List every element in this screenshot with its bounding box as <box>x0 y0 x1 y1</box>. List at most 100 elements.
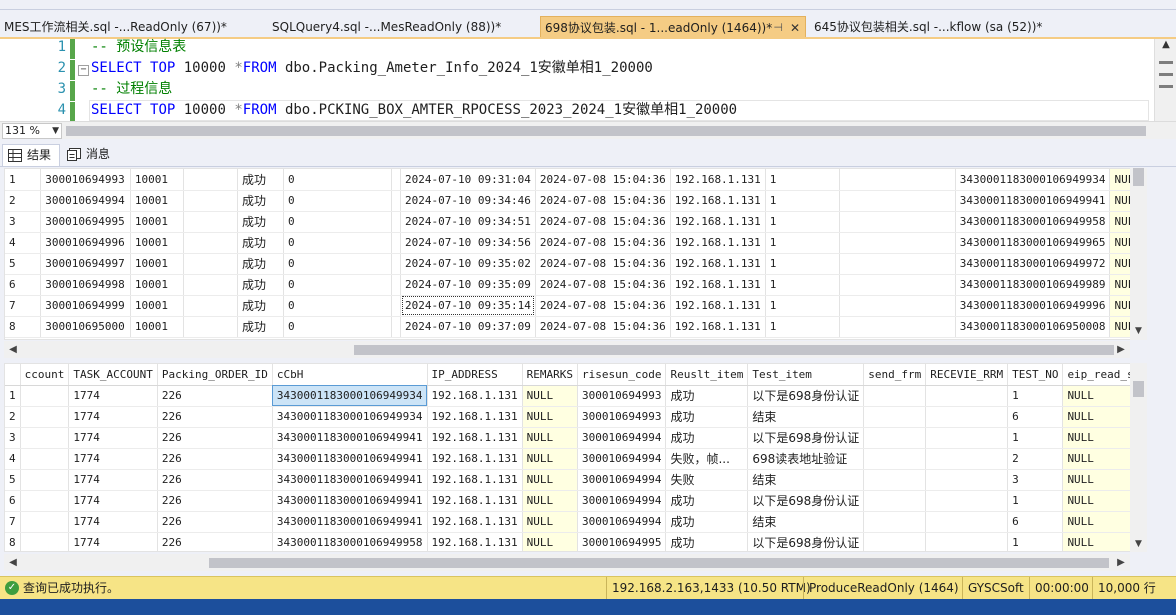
grid-cell[interactable]: 192.168.1.131 <box>427 469 523 491</box>
tab-messages[interactable]: 消息 <box>62 144 118 166</box>
grid-cell[interactable]: 10001 <box>130 295 184 317</box>
grid1-vertical-scrollbar[interactable]: ▼ <box>1130 168 1147 340</box>
pin-icon[interactable]: ⊣ <box>773 17 783 37</box>
grid-cell[interactable]: 成功 <box>665 406 749 428</box>
grid-cell[interactable]: 成功 <box>665 532 749 551</box>
grid-cell[interactable]: 192.168.1.131 <box>427 532 523 551</box>
grid-cell[interactable]: NULL <box>522 427 578 449</box>
grid-cell[interactable] <box>391 232 402 254</box>
grid-cell[interactable]: 192.168.1.131 <box>670 295 766 317</box>
grid-cell[interactable]: 1 <box>1007 532 1064 551</box>
result-grid-1[interactable]: 1 300010694993 10001 成功 0 2024-07-10 09:31:04… <box>4 168 1147 340</box>
grid-cell[interactable] <box>183 316 238 338</box>
column-header[interactable]: ccount <box>20 364 70 386</box>
grid2-horizontal-thumb[interactable] <box>209 558 1109 568</box>
tab-645-packaging[interactable]: 645协议包装相关.sql -...kflow (sa (52))* <box>810 16 1060 38</box>
grid-cell[interactable]: 1774 <box>68 406 158 428</box>
grid-cell[interactable] <box>183 190 238 212</box>
grid-cell[interactable]: 1 <box>765 190 841 212</box>
grid-cell[interactable]: 3 <box>1007 469 1064 491</box>
grid-cell[interactable]: 2024-07-10 09:34:56 <box>400 232 536 254</box>
grid-cell[interactable] <box>925 406 1009 428</box>
grid-cell[interactable] <box>863 427 927 449</box>
grid-cell[interactable]: 以下是698身份认证 <box>747 385 865 407</box>
grid-cell[interactable] <box>863 406 927 428</box>
grid-cell[interactable]: 0 <box>283 316 393 338</box>
grid-cell[interactable]: 192.168.1.131 <box>427 448 523 470</box>
grid-cell[interactable]: 300010694993 <box>40 169 131 191</box>
grid-cell[interactable]: 300010694995 <box>40 211 131 233</box>
grid-cell[interactable]: 226 <box>157 406 273 428</box>
scroll-down-icon[interactable]: ▼ <box>1130 539 1147 549</box>
grid-cell[interactable]: 以下是698身份认证 <box>747 532 865 551</box>
grid-cell[interactable]: 2024-07-10 09:35:02 <box>400 253 536 275</box>
grid-cell[interactable]: 192.168.1.131 <box>670 232 766 254</box>
scroll-left-icon[interactable]: ◀ <box>6 554 20 571</box>
grid-cell[interactable]: 300010694998 <box>40 274 131 296</box>
grid-cell[interactable]: 192.168.1.131 <box>427 490 523 512</box>
grid2-vertical-thumb[interactable] <box>1133 381 1144 397</box>
grid-cell[interactable] <box>20 448 70 470</box>
grid-cell[interactable] <box>183 211 238 233</box>
column-header[interactable] <box>5 364 21 386</box>
grid-cell[interactable]: 226 <box>157 469 273 491</box>
close-icon[interactable]: ✕ <box>790 17 800 37</box>
grid1-horizontal-scrollbar[interactable]: ◀ ▶ <box>4 341 1130 358</box>
grid-cell[interactable] <box>925 490 1009 512</box>
grid-cell[interactable]: 3430001183000106949934 <box>272 385 428 407</box>
grid-cell[interactable]: 300010694995 <box>577 532 667 551</box>
grid-cell[interactable] <box>839 232 956 254</box>
column-header[interactable]: Packing_ORDER_ID <box>157 364 273 386</box>
grid-cell[interactable]: NULL <box>522 448 578 470</box>
grid-cell[interactable]: 1774 <box>68 469 158 491</box>
column-header[interactable]: IP_ADDRESS <box>427 364 523 386</box>
scroll-left-icon[interactable]: ◀ <box>6 341 20 358</box>
grid-cell[interactable]: 成功 <box>237 190 284 212</box>
grid-cell[interactable]: 300010694994 <box>577 427 667 449</box>
grid-cell[interactable] <box>183 169 238 191</box>
grid-cell[interactable] <box>863 385 927 407</box>
grid-cell[interactable]: 10001 <box>130 232 184 254</box>
grid-cell[interactable]: 10001 <box>130 211 184 233</box>
grid-cell[interactable]: NULL <box>522 532 578 551</box>
grid-cell[interactable]: 6 <box>1007 406 1064 428</box>
row-number[interactable]: 4 <box>5 232 42 254</box>
grid-cell[interactable]: 300010695000 <box>40 316 131 338</box>
grid-cell[interactable]: 226 <box>157 490 273 512</box>
grid-cell[interactable]: 0 <box>283 169 393 191</box>
grid-cell[interactable]: 1774 <box>68 490 158 512</box>
grid-cell[interactable]: 成功 <box>237 295 284 317</box>
grid-cell[interactable]: 300010694994 <box>40 190 131 212</box>
grid2-horizontal-scrollbar[interactable]: ◀ ▶ <box>4 554 1130 571</box>
grid-cell[interactable]: 226 <box>157 448 273 470</box>
grid-cell[interactable]: 10001 <box>130 253 184 275</box>
grid-cell[interactable]: 300010694994 <box>577 490 667 512</box>
grid-cell[interactable]: 2 <box>1007 448 1064 470</box>
scroll-up-icon[interactable]: ▲ <box>1155 39 1176 50</box>
grid-cell[interactable] <box>183 295 238 317</box>
grid-cell[interactable]: 1 <box>765 211 841 233</box>
grid-cell[interactable]: 结束 <box>747 511 865 533</box>
row-number[interactable]: 3 <box>5 427 21 449</box>
grid-cell[interactable]: NULL <box>522 406 578 428</box>
tab-mes-workflow[interactable]: MES工作流相关.sql -...ReadOnly (67))* <box>0 16 262 38</box>
grid-cell[interactable] <box>20 490 70 512</box>
grid-cell[interactable]: 2024-07-10 09:34:51 <box>400 211 536 233</box>
grid-cell[interactable]: 成功 <box>237 232 284 254</box>
grid-cell[interactable]: 1 <box>1007 490 1064 512</box>
grid-cell[interactable]: 192.168.1.131 <box>670 169 766 191</box>
grid-cell[interactable]: 成功 <box>237 253 284 275</box>
row-number[interactable]: 3 <box>5 211 42 233</box>
grid-cell[interactable]: 2024-07-10 09:34:46 <box>400 190 536 212</box>
grid-cell[interactable] <box>839 211 956 233</box>
column-header[interactable]: send_frm <box>863 364 927 386</box>
grid-cell[interactable] <box>391 295 402 317</box>
grid1-horizontal-thumb[interactable] <box>354 345 1114 355</box>
grid-cell[interactable] <box>839 253 956 275</box>
grid-cell[interactable]: 以下是698身份认证 <box>747 427 865 449</box>
row-number[interactable]: 5 <box>5 253 42 275</box>
grid-cell[interactable] <box>20 427 70 449</box>
grid-cell[interactable]: 1 <box>765 253 841 275</box>
grid-cell[interactable] <box>20 511 70 533</box>
row-number[interactable]: 1 <box>5 169 42 191</box>
